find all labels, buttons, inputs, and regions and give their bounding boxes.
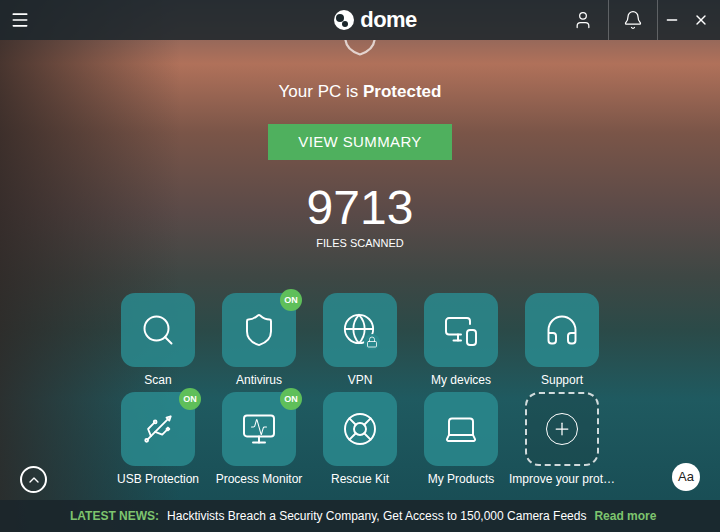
usb-icon bbox=[141, 412, 175, 446]
feature-tile[interactable]: Scan bbox=[108, 293, 209, 388]
panda-dome-window: dome Your PC is Protected VIEW SUMMARY 9713… bbox=[0, 0, 720, 532]
on-badge: ON bbox=[280, 289, 302, 311]
shield-icon bbox=[241, 312, 277, 348]
feature-tile[interactable]: Rescue Kit bbox=[310, 392, 411, 487]
magnifier-icon bbox=[140, 312, 176, 348]
vpn-icon bbox=[342, 312, 378, 348]
news-headline[interactable]: Hacktivists Breach a Security Company, G… bbox=[167, 507, 586, 525]
chevron-up-icon bbox=[26, 472, 42, 488]
feature-tile[interactable]: ONUSB Protection bbox=[108, 392, 209, 487]
feature-tile[interactable]: Improve your prot… bbox=[512, 392, 613, 487]
tile-label: USB Protection bbox=[117, 471, 199, 487]
tile-label: Scan bbox=[144, 372, 171, 388]
files-scanned-count: 9713 bbox=[307, 180, 414, 236]
tile-label: Support bbox=[541, 372, 583, 388]
logo: dome bbox=[333, 7, 416, 33]
menu-button[interactable] bbox=[0, 0, 40, 40]
bell-icon bbox=[623, 10, 643, 30]
devices-icon bbox=[443, 312, 479, 348]
status-shield-icon bbox=[338, 40, 382, 58]
on-badge: ON bbox=[280, 388, 302, 410]
feature-grid: ScanONAntivirusVPNMy devicesSupportONUSB… bbox=[108, 293, 613, 487]
news-bar: LATEST NEWS: Hacktivists Breach a Securit… bbox=[0, 500, 720, 532]
lifebuoy-icon bbox=[342, 411, 378, 447]
collapse-button[interactable] bbox=[20, 466, 47, 493]
tile-label: VPN bbox=[348, 372, 373, 388]
view-summary-button[interactable]: VIEW SUMMARY bbox=[268, 124, 452, 160]
tile-label: My devices bbox=[431, 372, 491, 388]
feature-tile[interactable]: ONAntivirus bbox=[209, 293, 310, 388]
tile-label: Rescue Kit bbox=[331, 471, 389, 487]
tile-label: Improve your prot… bbox=[509, 471, 615, 487]
close-icon bbox=[693, 12, 709, 28]
account-button[interactable] bbox=[558, 0, 608, 40]
font-size-button[interactable]: Aa bbox=[672, 463, 700, 491]
panda-logo-icon bbox=[333, 9, 355, 31]
tile-label: Antivirus bbox=[236, 372, 282, 388]
feature-tile[interactable]: My devices bbox=[411, 293, 512, 388]
files-scanned-label: FILES SCANNED bbox=[316, 236, 403, 250]
tile-label: My Products bbox=[428, 471, 495, 487]
feature-tile[interactable]: VPN bbox=[310, 293, 411, 388]
feature-tile[interactable]: ONProcess Monitor bbox=[209, 392, 310, 487]
feature-tile[interactable]: Support bbox=[512, 293, 613, 388]
notifications-button[interactable] bbox=[608, 0, 658, 40]
process-monitor-icon bbox=[241, 411, 277, 447]
news-label: LATEST NEWS: bbox=[70, 507, 159, 525]
tile-label: Process Monitor bbox=[216, 471, 303, 487]
protection-status: Your PC is Protected bbox=[279, 81, 442, 103]
close-button[interactable] bbox=[686, 0, 716, 40]
laptop-icon bbox=[443, 411, 479, 447]
minimize-icon bbox=[664, 12, 680, 28]
plus-circle-icon bbox=[546, 413, 578, 445]
headset-icon bbox=[544, 312, 580, 348]
read-more-link[interactable]: Read more bbox=[594, 507, 656, 525]
feature-tile[interactable]: My Products bbox=[411, 392, 512, 487]
minimize-button[interactable] bbox=[658, 0, 686, 40]
on-badge: ON bbox=[179, 388, 201, 410]
title-bar: dome bbox=[0, 0, 720, 40]
user-icon bbox=[573, 10, 593, 30]
hamburger-icon bbox=[10, 10, 30, 30]
